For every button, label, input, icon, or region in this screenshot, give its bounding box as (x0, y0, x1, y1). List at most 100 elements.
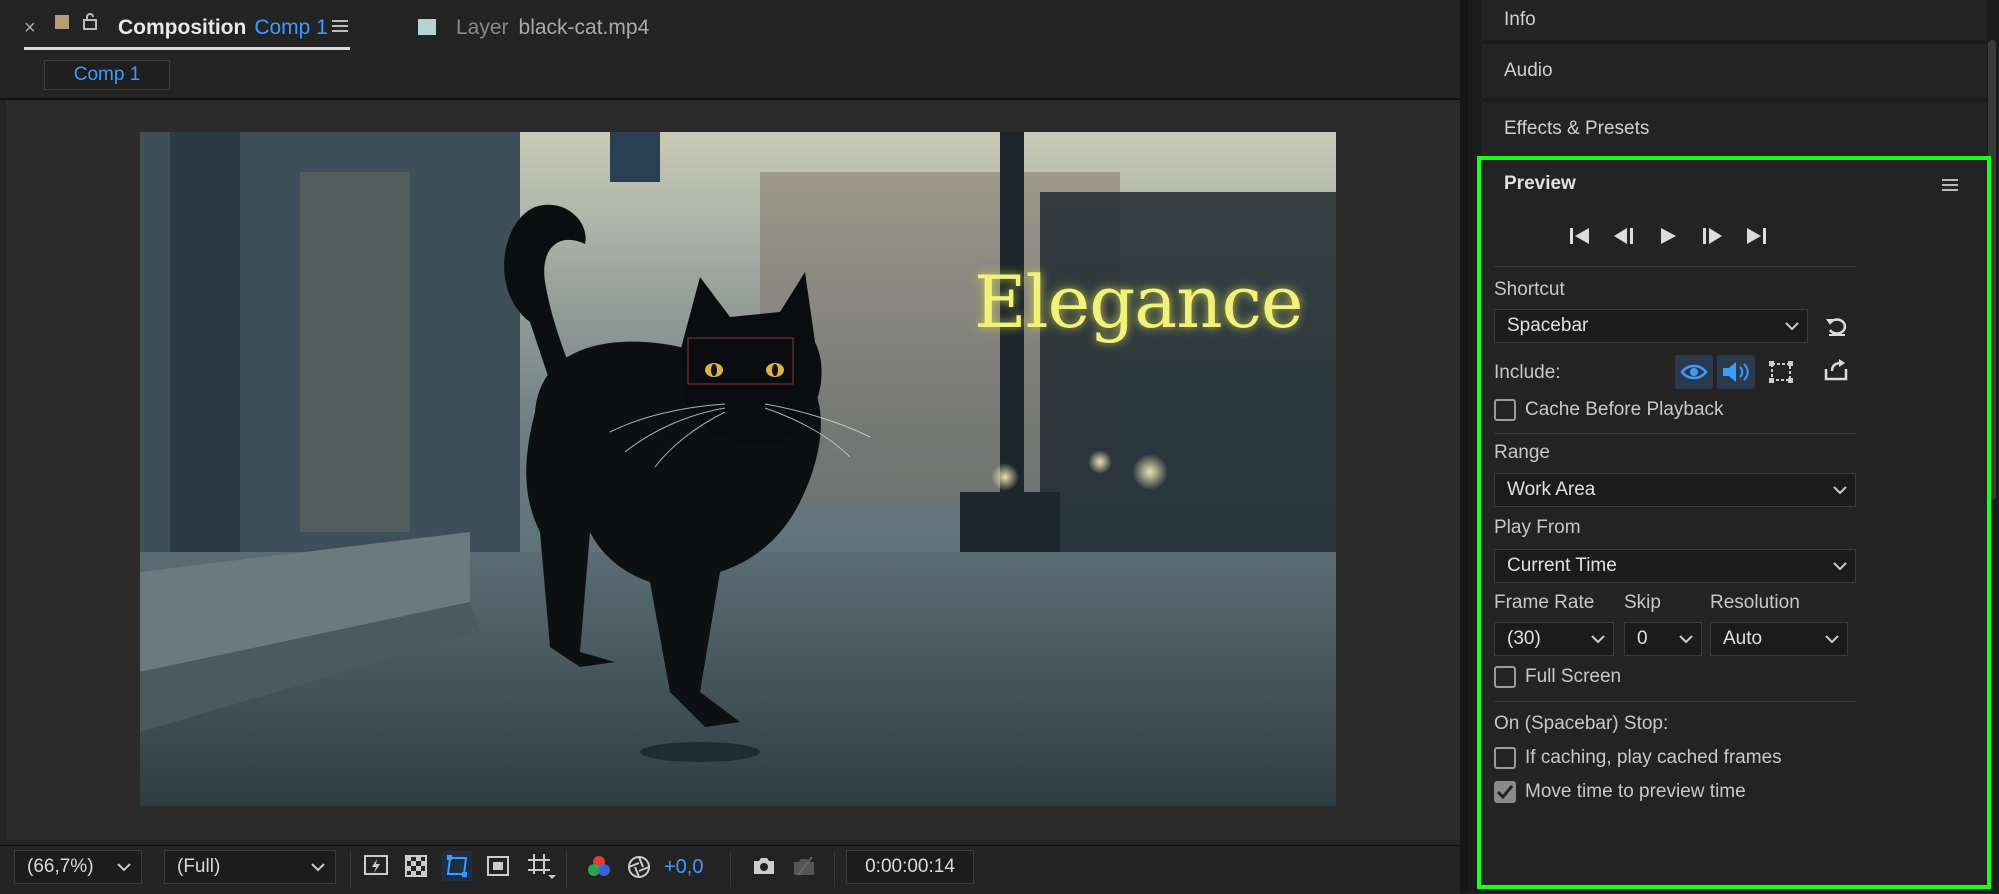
zoom-dropdown[interactable]: (66,7%) (14, 850, 142, 884)
footer-divider (350, 851, 351, 887)
cache-before-playback-checkbox[interactable] (1494, 399, 1516, 421)
speaker-icon[interactable] (1717, 355, 1755, 389)
chevron-down-icon (1679, 634, 1693, 643)
exposure-value[interactable]: +0,0 (664, 856, 703, 879)
move-time-label: Move time to preview time (1525, 781, 1746, 802)
frame-rate-value: (30) (1507, 628, 1541, 649)
play-from-value: Current Time (1507, 555, 1617, 576)
resolution-value: (Full) (177, 856, 221, 877)
comp-subtab[interactable]: Comp 1 (44, 60, 170, 90)
overlay-title-text[interactable]: Elegance (974, 260, 1304, 344)
resolution-dropdown[interactable]: Auto (1710, 622, 1848, 656)
timecode-value: 0:00:00:14 (865, 856, 955, 877)
chevron-down-icon (117, 862, 131, 871)
footer-divider (834, 851, 835, 887)
effects-presets-panel-title: Effects & Presets (1504, 118, 1650, 139)
region-of-interest-icon[interactable] (484, 852, 512, 880)
checkmark-icon (1497, 785, 1513, 799)
cache-before-playback-label: Cache Before Playback (1525, 399, 1724, 420)
zoom-value: (66,7%) (27, 856, 94, 877)
preview-panel-title: Preview (1504, 173, 1576, 194)
play-from-label: Play From (1494, 517, 1581, 538)
cache-before-playback-option[interactable]: Cache Before Playback (1494, 399, 1724, 421)
composition-viewer[interactable]: Elegance (6, 100, 1460, 840)
move-time-checkbox[interactable] (1494, 781, 1516, 803)
composition-tab-name: Comp 1 (254, 16, 328, 39)
shortcut-value: Spacebar (1507, 315, 1589, 336)
composition-tab[interactable]: Composition Comp 1 (118, 14, 328, 42)
reset-exposure-icon[interactable] (624, 852, 654, 882)
separator (1494, 701, 1856, 702)
camera-icon[interactable] (750, 852, 778, 880)
shortcut-dropdown[interactable]: Spacebar (1494, 309, 1808, 343)
layer-tab-label: Layer (456, 16, 509, 39)
transparency-grid-icon[interactable] (402, 852, 430, 880)
move-time-option[interactable]: Move time to preview time (1494, 781, 1746, 803)
panel-splitter[interactable] (1460, 0, 1468, 893)
audio-panel-title: Audio (1504, 60, 1553, 81)
full-screen-option[interactable]: Full Screen (1494, 666, 1621, 688)
first-frame-icon[interactable] (1566, 224, 1594, 248)
separator (1494, 266, 1856, 267)
lock-icon[interactable] (82, 11, 98, 31)
chevron-down-icon (311, 862, 325, 871)
layer-color-icon (418, 19, 436, 35)
if-caching-checkbox[interactable] (1494, 747, 1516, 769)
close-icon[interactable]: × (24, 17, 36, 40)
overlay-icon[interactable] (1764, 356, 1798, 388)
color-channels-icon[interactable] (584, 852, 614, 882)
include-label: Include: (1494, 362, 1561, 383)
if-caching-label: If caching, play cached frames (1525, 747, 1782, 768)
composition-tab-title: Composition (118, 16, 247, 39)
footer-divider (566, 851, 567, 887)
skip-label: Skip (1624, 592, 1661, 613)
chevron-down-icon (1591, 634, 1605, 643)
hamburger-menu-icon[interactable] (330, 16, 350, 36)
play-icon[interactable] (1654, 224, 1682, 248)
info-panel-header[interactable]: Info (1482, 0, 1987, 40)
on-stop-label: On (Spacebar) Stop: (1494, 713, 1669, 734)
last-frame-icon[interactable] (1742, 224, 1770, 248)
prev-frame-icon[interactable] (1610, 224, 1638, 248)
effects-presets-panel-header[interactable]: Effects & Presets (1482, 102, 1987, 156)
footer-divider (730, 851, 731, 887)
fast-preview-icon[interactable] (362, 852, 390, 880)
if-caching-option[interactable]: If caching, play cached frames (1494, 747, 1782, 769)
reset-icon[interactable] (1822, 312, 1850, 340)
color-swatch-icon[interactable] (55, 15, 69, 29)
eye-icon[interactable] (1675, 355, 1713, 389)
timecode-field[interactable]: 0:00:00:14 (846, 850, 974, 884)
range-label: Range (1494, 442, 1550, 463)
chevron-down-icon (1833, 561, 1847, 570)
cat-video-frame (140, 132, 1336, 806)
info-panel-title: Info (1504, 9, 1536, 30)
show-snapshot-icon[interactable] (790, 852, 818, 880)
grid-guides-icon[interactable] (524, 850, 558, 882)
mask-path-toggle-icon[interactable] (442, 851, 472, 881)
shortcut-label: Shortcut (1494, 279, 1565, 300)
full-screen-label: Full Screen (1525, 666, 1622, 687)
export-icon[interactable] (1822, 356, 1850, 384)
chevron-down-icon (1833, 485, 1847, 494)
separator (1494, 433, 1856, 434)
audio-panel-header[interactable]: Audio (1482, 44, 1987, 98)
frame-rate-label: Frame Rate (1494, 592, 1595, 613)
hamburger-menu-icon[interactable] (1940, 175, 1960, 195)
full-screen-checkbox[interactable] (1494, 666, 1516, 688)
preview-resolution-value: Auto (1723, 628, 1763, 649)
range-dropdown[interactable]: Work Area (1494, 473, 1856, 507)
composition-tab-bar: × Composition Comp 1 Layer black-cat.mp4 (0, 0, 1460, 56)
skip-value: 0 (1637, 628, 1648, 649)
next-frame-icon[interactable] (1698, 224, 1726, 248)
skip-dropdown[interactable]: 0 (1624, 622, 1702, 656)
close-tab-button[interactable]: × (24, 14, 36, 42)
layer-tab[interactable]: Layer black-cat.mp4 (456, 14, 649, 42)
frame-rate-dropdown[interactable]: (30) (1494, 622, 1614, 656)
play-from-dropdown[interactable]: Current Time (1494, 549, 1856, 583)
layer-tab-file: black-cat.mp4 (518, 16, 650, 39)
chevron-down-icon (1785, 321, 1799, 330)
resolution-dropdown[interactable]: (Full) (164, 850, 336, 884)
chevron-down-icon (1825, 634, 1839, 643)
range-value: Work Area (1507, 479, 1596, 500)
active-tab-underline (24, 47, 350, 50)
